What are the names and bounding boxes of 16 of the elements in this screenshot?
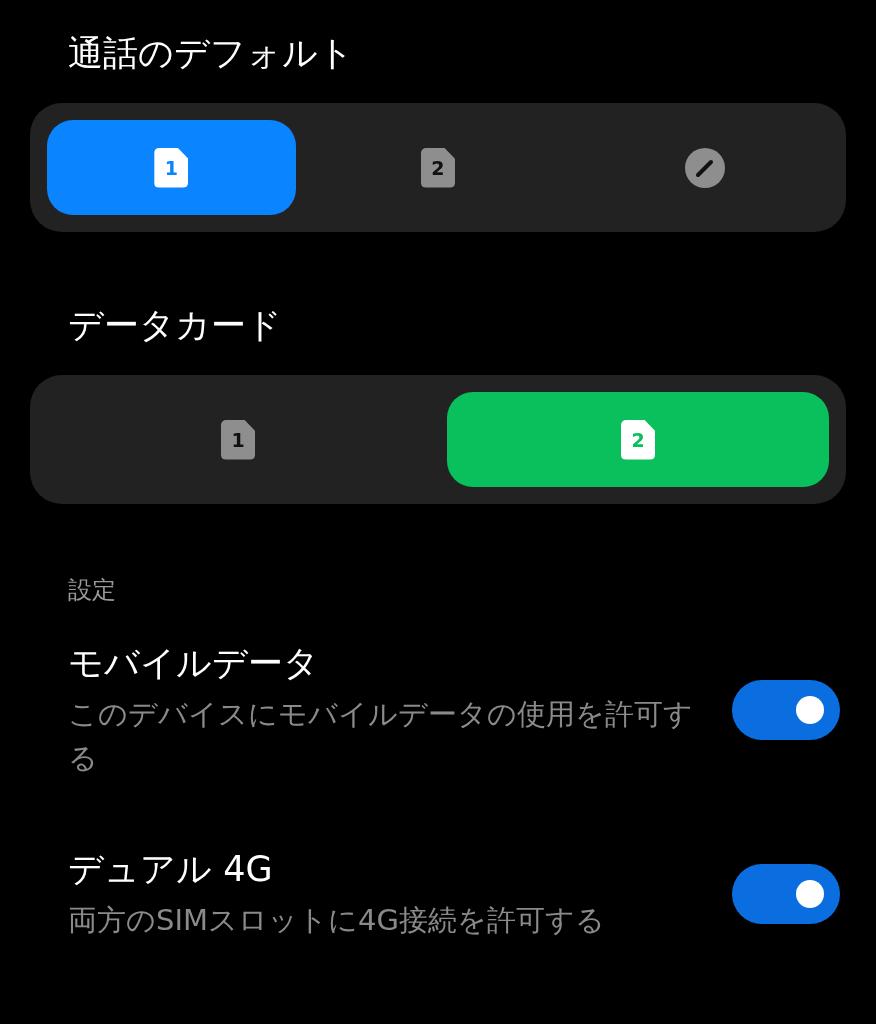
setting-title: モバイルデータ bbox=[68, 642, 320, 685]
setting-description: このデバイスにモバイルデータの使用を許可する bbox=[68, 696, 694, 777]
section-title: データカード bbox=[67, 304, 283, 347]
setting-description: 両方のSIMスロットに4G接続を許可する bbox=[68, 902, 606, 939]
sim-option[interactable]: 1 bbox=[47, 392, 429, 487]
sim-option[interactable]: 1 bbox=[47, 120, 296, 215]
pencil-icon bbox=[684, 147, 725, 188]
sim-card-icon: 2 bbox=[621, 419, 655, 460]
sim-card-icon: 1 bbox=[154, 147, 189, 188]
sim-card-icon: 2 bbox=[421, 147, 455, 188]
toggle-switch[interactable] bbox=[732, 680, 840, 740]
setting-title: デュアル 4G bbox=[68, 848, 274, 891]
section-title: 通話のデフォルト bbox=[67, 32, 355, 75]
sim-option[interactable]: 2 bbox=[313, 120, 563, 215]
sim-card-icon: 1 bbox=[221, 419, 255, 460]
section-header: 設定 bbox=[67, 575, 117, 606]
